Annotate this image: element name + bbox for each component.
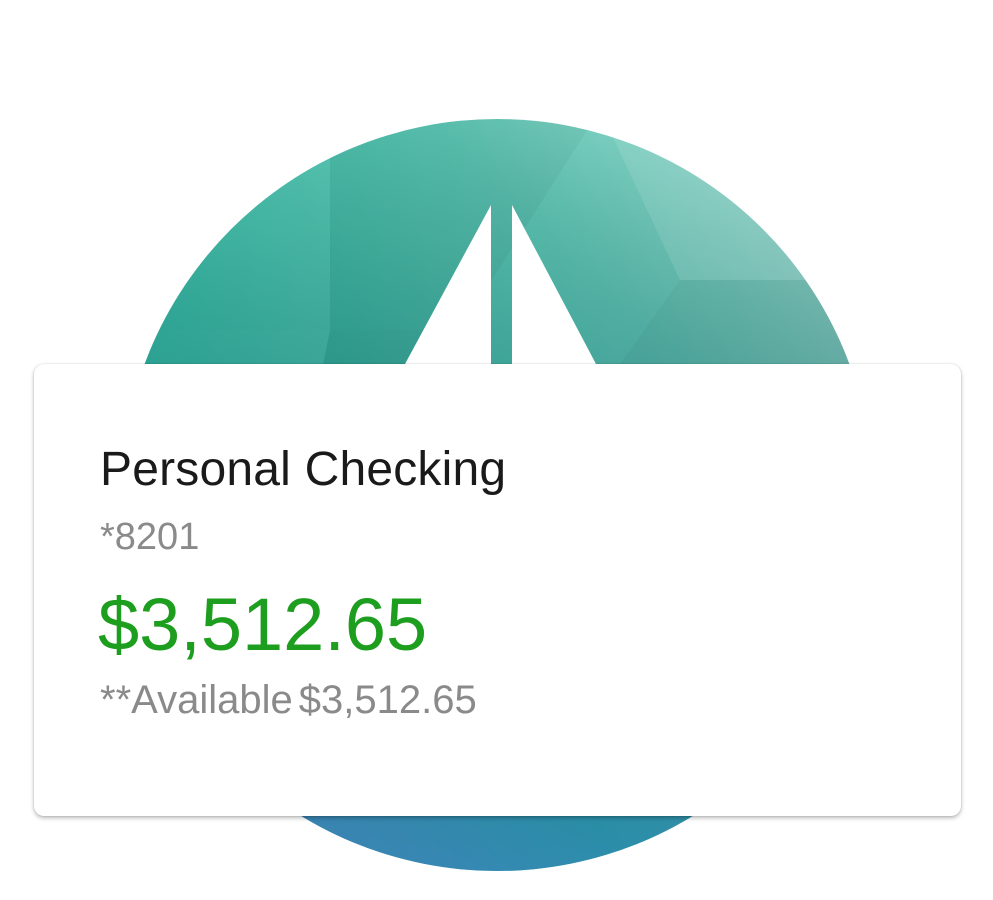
account-card[interactable]: Personal Checking *8201 $3,512.65 **Avai… [34, 364, 961, 816]
available-amount: $3,512.65 [298, 678, 477, 722]
account-balance: $3,512.65 [98, 583, 428, 666]
account-number: *8201 [100, 516, 200, 558]
account-name: Personal Checking [100, 443, 507, 496]
available-balance-row: **Available $3,512.65 [100, 678, 477, 723]
available-label: **Available [100, 678, 293, 722]
account-screen: Personal Checking *8201 $3,512.65 **Avai… [0, 0, 993, 900]
